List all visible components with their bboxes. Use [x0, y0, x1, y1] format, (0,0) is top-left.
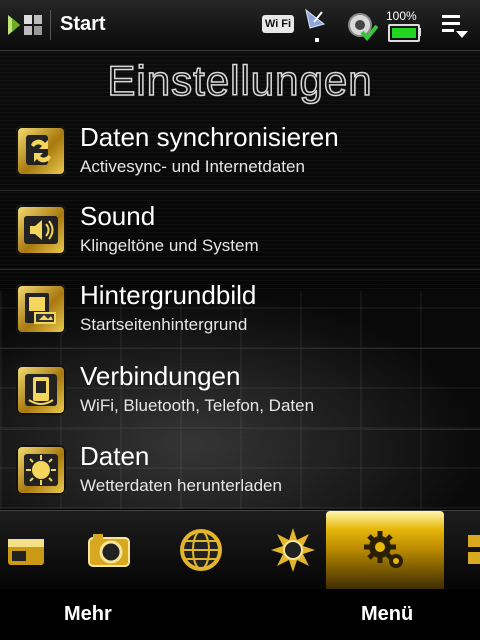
- item-title: Hintergrundbild: [80, 280, 257, 310]
- status-title[interactable]: Start: [60, 13, 106, 36]
- battery-tip: [418, 28, 421, 36]
- item-subtitle: Wetterdaten herunterladen: [80, 476, 282, 495]
- tab-strip: [0, 510, 480, 590]
- weather-tab[interactable]: [254, 511, 332, 590]
- wallpaper-icon: [16, 284, 66, 334]
- softkey-right[interactable]: Menü: [361, 603, 413, 626]
- globe-icon: [180, 529, 222, 571]
- status-divider: [50, 10, 51, 40]
- item-subtitle: Startseitenhintergrund: [80, 315, 248, 334]
- sync-icon[interactable]: [346, 10, 378, 42]
- list-item-connections[interactable]: Verbindungen WiFi, Bluetooth, Telefon, D…: [0, 351, 480, 430]
- speaker-icon: [16, 205, 66, 255]
- internet-tab[interactable]: [162, 511, 240, 590]
- music-icon: [8, 539, 44, 565]
- battery-fill: [392, 28, 416, 38]
- windows-start-icon[interactable]: [6, 9, 46, 41]
- list-item-wallpaper[interactable]: Hintergrundbild Startseitenhintergrund: [0, 270, 480, 349]
- list-item-sync[interactable]: Daten synchronisieren Activesync- und In…: [0, 112, 480, 191]
- settings-tab[interactable]: [326, 511, 444, 590]
- page-title: Einstellungen: [107, 56, 373, 105]
- list-item-weather-data[interactable]: Daten Wetterdaten herunterladen: [0, 431, 480, 509]
- weather-data-icon: [16, 445, 66, 495]
- item-title: Verbindungen: [80, 361, 241, 391]
- camera-tab[interactable]: [70, 511, 148, 590]
- sun-icon: [271, 528, 315, 572]
- music-tab[interactable]: [0, 511, 64, 590]
- settings-content: Einstellungen Daten synchronisieren Acti…: [0, 51, 480, 509]
- item-title: Sound: [80, 201, 156, 231]
- menu-list-icon[interactable]: [440, 12, 470, 40]
- item-subtitle: WiFi, Bluetooth, Telefon, Daten: [80, 396, 315, 415]
- camera-icon: [88, 534, 130, 567]
- grid-icon: [468, 535, 480, 564]
- battery-percent: 100%: [386, 9, 417, 23]
- status-bar: Start Wi Fi 100%: [0, 0, 480, 51]
- item-subtitle: Klingeltöne und System: [80, 236, 259, 255]
- item-title: Daten synchronisieren: [80, 122, 339, 152]
- satellite-icon[interactable]: [302, 6, 330, 44]
- battery-icon[interactable]: [388, 24, 420, 42]
- item-subtitle: Activesync- und Internetdaten: [80, 157, 305, 176]
- gears-icon: [364, 531, 403, 568]
- wifi-icon[interactable]: Wi Fi: [262, 15, 294, 33]
- list-item-sound[interactable]: Sound Klingeltöne und System: [0, 191, 480, 270]
- softkey-left[interactable]: Mehr: [64, 603, 112, 626]
- item-title: Daten: [80, 441, 150, 471]
- connections-icon: [16, 365, 66, 415]
- softkey-bar: Mehr Menü: [0, 589, 480, 640]
- sync-icon: [16, 126, 66, 176]
- more-tab[interactable]: [446, 511, 480, 590]
